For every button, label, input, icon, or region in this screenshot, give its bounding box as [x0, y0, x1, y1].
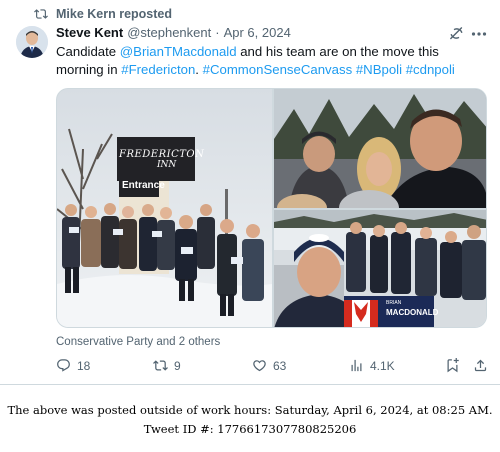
like-button[interactable]: 63: [252, 358, 286, 373]
author-name[interactable]: Steve Kent: [56, 25, 123, 40]
reply-button[interactable]: 18: [56, 358, 90, 373]
photo3-sign-big: MACDONALD: [386, 308, 439, 317]
repost-count: 9: [174, 358, 181, 373]
repost-label: Mike Kern reposted: [56, 7, 173, 21]
photo1-sign-bottom: Entrance: [122, 180, 165, 191]
photo1-sign-top: FREDERICTON: [119, 149, 205, 160]
share-icon: [474, 359, 487, 372]
repost-icon: [153, 360, 168, 371]
repost-button[interactable]: 9: [153, 358, 181, 373]
views-button[interactable]: 4.1K: [349, 358, 395, 373]
tagged-users[interactable]: Conservative Party and 2 others: [56, 336, 220, 348]
repost-icon: [34, 9, 48, 19]
tweet-date[interactable]: Apr 6, 2024: [224, 25, 291, 40]
share-button[interactable]: [473, 358, 488, 373]
author-avatar[interactable]: [16, 26, 48, 58]
divider: [0, 384, 500, 385]
media-grid[interactable]: FREDERICTON INN Entrance BRIAN MACDONALD: [56, 88, 487, 328]
photo1-sign-mid: INN: [157, 160, 177, 170]
photo-group-at-sign[interactable]: FREDERICTON INN Entrance: [57, 89, 272, 327]
bookmark-icon: [447, 358, 459, 373]
photo-selfie-top[interactable]: [274, 89, 486, 208]
repost-indicator[interactable]: Mike Kern reposted: [34, 7, 172, 21]
grok-icon[interactable]: [448, 25, 465, 42]
author-handle[interactable]: @stephenkent: [127, 25, 211, 40]
separator-dot: ·: [215, 25, 220, 40]
hashtag-link[interactable]: #CommonSenseCanvass: [203, 62, 353, 77]
bookmark-button[interactable]: [445, 358, 460, 373]
views-chart-icon: [351, 359, 362, 372]
mention-link[interactable]: @BrianTMacdonald: [120, 44, 237, 59]
tweet-text: Candidate @BrianTMacdonald and his team …: [56, 43, 486, 79]
tweet-text-segment: Candidate: [56, 44, 120, 59]
more-options-icon[interactable]: [471, 31, 487, 37]
tweet-header: Steve Kent @stephenkent · Apr 6, 2024: [56, 25, 291, 40]
action-bar: 18 9 63 4.1K: [56, 358, 487, 376]
hashtag-link[interactable]: #Fredericton: [121, 62, 195, 77]
reply-icon: [57, 359, 70, 372]
hashtag-link[interactable]: #cdnpoli: [406, 62, 455, 77]
photo3-sign-small: BRIAN: [386, 300, 402, 306]
hashtag-link[interactable]: #NBpoli: [356, 62, 402, 77]
tweet-text-segment: .: [195, 62, 203, 77]
footer-note: The above was posted outside of work hou…: [0, 401, 500, 439]
like-count: 63: [273, 358, 287, 373]
heart-icon: [253, 360, 266, 372]
views-count: 4.1K: [370, 358, 395, 373]
photo-selfie-bottom[interactable]: BRIAN MACDONALD: [274, 210, 486, 327]
footer-tweet-id: Tweet ID #: 1776617307780825206: [143, 422, 357, 436]
reply-count: 18: [77, 358, 91, 373]
footer-posted-time: The above was posted outside of work hou…: [7, 403, 493, 417]
